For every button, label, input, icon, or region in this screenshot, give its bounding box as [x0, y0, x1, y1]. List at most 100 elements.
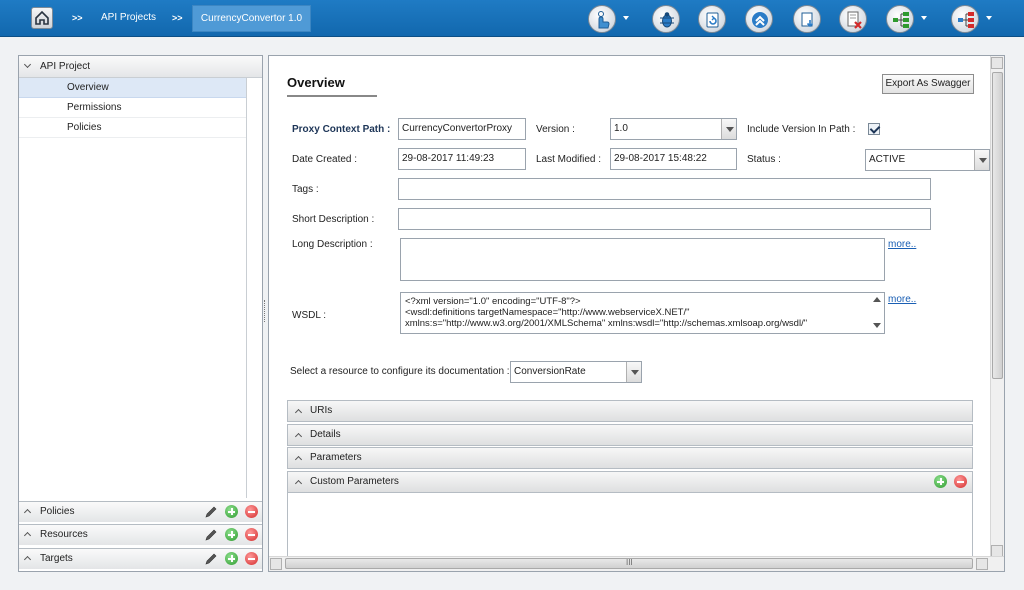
- date-created-label: Date Created :: [292, 154, 358, 165]
- tree-item-overview[interactable]: Overview: [19, 78, 246, 98]
- home-icon: [35, 10, 49, 25]
- resource-select[interactable]: ConversionRate: [510, 361, 642, 383]
- chevron-up-icon[interactable]: [294, 432, 303, 441]
- wsdl-line: xmlns:s="http://www.w3.org/2001/XMLSchem…: [405, 318, 808, 329]
- chevron-down-icon[interactable]: [623, 16, 629, 20]
- breadcrumb-separator: >>: [72, 13, 83, 23]
- status-label: Status :: [747, 154, 781, 165]
- wsdl-scrollbar[interactable]: [870, 293, 884, 333]
- vertical-scrollbar[interactable]: [990, 56, 1004, 558]
- include-version-checkbox[interactable]: [868, 123, 880, 135]
- tree-add-button[interactable]: [886, 5, 914, 33]
- delete-document-icon: [847, 11, 862, 29]
- publish-button[interactable]: [745, 5, 773, 33]
- proxy-context-path-label: Proxy Context Path :: [292, 124, 391, 135]
- wsdl-line: <wsdl:definitions targetNamespace="http:…: [405, 307, 690, 318]
- scroll-up-icon[interactable]: [873, 297, 881, 302]
- version-value: 1.0: [614, 123, 628, 134]
- section-details-label: Details: [310, 429, 341, 440]
- chevron-down-icon[interactable]: [986, 16, 992, 20]
- remove-icon[interactable]: [245, 528, 258, 541]
- scroll-right-button[interactable]: [976, 558, 988, 570]
- chevron-up-icon[interactable]: [23, 531, 32, 540]
- proxy-context-path-input[interactable]: CurrencyConvertorProxy: [398, 118, 526, 140]
- edit-pencil-icon[interactable]: [204, 505, 218, 519]
- add-icon[interactable]: [225, 528, 239, 541]
- title-underline: [287, 95, 377, 97]
- refresh-icon: [706, 12, 719, 28]
- section-policies-label: Policies: [40, 506, 75, 517]
- remove-icon[interactable]: [245, 552, 258, 565]
- section-resources[interactable]: Resources: [19, 524, 262, 545]
- last-modified-field[interactable]: 29-08-2017 15:48:22: [610, 148, 737, 170]
- section-uris[interactable]: URIs: [287, 400, 973, 422]
- resource-select-label: Select a resource to configure its docum…: [290, 366, 510, 377]
- chevron-down-icon[interactable]: [974, 150, 989, 170]
- refresh-button[interactable]: [698, 5, 726, 33]
- section-policies[interactable]: Policies: [19, 501, 262, 522]
- chevron-down-icon[interactable]: [921, 16, 927, 20]
- scroll-up-button[interactable]: [991, 57, 1003, 69]
- download-button[interactable]: [793, 5, 821, 33]
- chevron-up-icon[interactable]: [23, 555, 32, 564]
- long-description-more-link[interactable]: more..: [888, 239, 916, 250]
- short-description-label: Short Description :: [292, 214, 375, 225]
- tree-green-icon: [893, 12, 909, 28]
- chevron-down-icon[interactable]: [626, 362, 641, 382]
- panel-splitter[interactable]: [264, 300, 267, 322]
- chevron-up-icon[interactable]: [294, 408, 303, 417]
- scroll-left-button[interactable]: [270, 558, 282, 570]
- chevron-up-icon[interactable]: [294, 479, 303, 488]
- tree-red-icon: [958, 12, 974, 28]
- wsdl-more-link[interactable]: more..: [888, 294, 916, 305]
- remove-icon[interactable]: [954, 475, 967, 488]
- chevron-up-icon[interactable]: [23, 508, 32, 517]
- version-select[interactable]: 1.0: [610, 118, 737, 140]
- tree-remove-button[interactable]: [951, 5, 979, 33]
- tags-input[interactable]: [398, 178, 931, 200]
- short-description-input[interactable]: [398, 208, 931, 230]
- edit-pencil-icon[interactable]: [204, 528, 218, 542]
- debug-button[interactable]: [652, 5, 680, 33]
- section-targets[interactable]: Targets: [19, 548, 262, 569]
- include-version-label: Include Version In Path :: [747, 124, 856, 135]
- touch-config-button[interactable]: [588, 5, 616, 33]
- horizontal-scrollbar[interactable]: III: [269, 556, 1004, 571]
- api-project-label: API Project: [40, 61, 91, 72]
- section-parameters-label: Parameters: [310, 452, 362, 463]
- chevron-down-icon[interactable]: [23, 60, 32, 69]
- tree-item-permissions[interactable]: Permissions: [19, 98, 246, 118]
- section-details[interactable]: Details: [287, 424, 973, 446]
- wsdl-line: <?xml version="1.0" encoding="UTF-8"?>: [405, 296, 581, 307]
- overview-panel: Overview Export As Swagger Proxy Context…: [268, 55, 1005, 572]
- section-uris-label: URIs: [310, 405, 333, 416]
- add-icon[interactable]: [225, 505, 239, 518]
- scroll-thumb[interactable]: [992, 72, 1003, 379]
- delete-document-button[interactable]: [839, 5, 867, 33]
- home-button[interactable]: [31, 7, 53, 29]
- add-icon[interactable]: [225, 552, 239, 565]
- add-icon[interactable]: [934, 475, 948, 488]
- section-custom-parameters[interactable]: Custom Parameters: [287, 471, 973, 493]
- wsdl-textarea[interactable]: <?xml version="1.0" encoding="UTF-8"?> <…: [400, 292, 885, 334]
- project-tree: Overview Permissions Policies: [19, 78, 247, 498]
- date-created-field[interactable]: 29-08-2017 11:49:23: [398, 148, 526, 170]
- api-project-header[interactable]: API Project: [19, 56, 262, 78]
- breadcrumb-current-project[interactable]: CurrencyConvertor 1.0: [192, 5, 311, 32]
- top-toolbar: >> API Projects >> CurrencyConvertor 1.0: [0, 0, 1024, 37]
- chevron-down-icon[interactable]: [721, 119, 736, 139]
- section-parameters[interactable]: Parameters: [287, 447, 973, 469]
- scroll-down-icon[interactable]: [873, 323, 881, 328]
- export-swagger-button[interactable]: Export As Swagger: [882, 74, 974, 94]
- scroll-thumb[interactable]: III: [285, 558, 973, 569]
- publish-up-icon: [752, 12, 768, 28]
- tree-item-policies[interactable]: Policies: [19, 118, 246, 138]
- long-description-textarea[interactable]: [400, 238, 885, 281]
- chevron-up-icon[interactable]: [294, 455, 303, 464]
- status-select[interactable]: ACTIVE: [865, 149, 990, 171]
- edit-pencil-icon[interactable]: [204, 552, 218, 566]
- remove-icon[interactable]: [245, 505, 258, 518]
- section-custom-parameters-label: Custom Parameters: [310, 476, 399, 487]
- resource-value: ConversionRate: [514, 366, 586, 377]
- breadcrumb-api-projects[interactable]: API Projects: [101, 12, 156, 23]
